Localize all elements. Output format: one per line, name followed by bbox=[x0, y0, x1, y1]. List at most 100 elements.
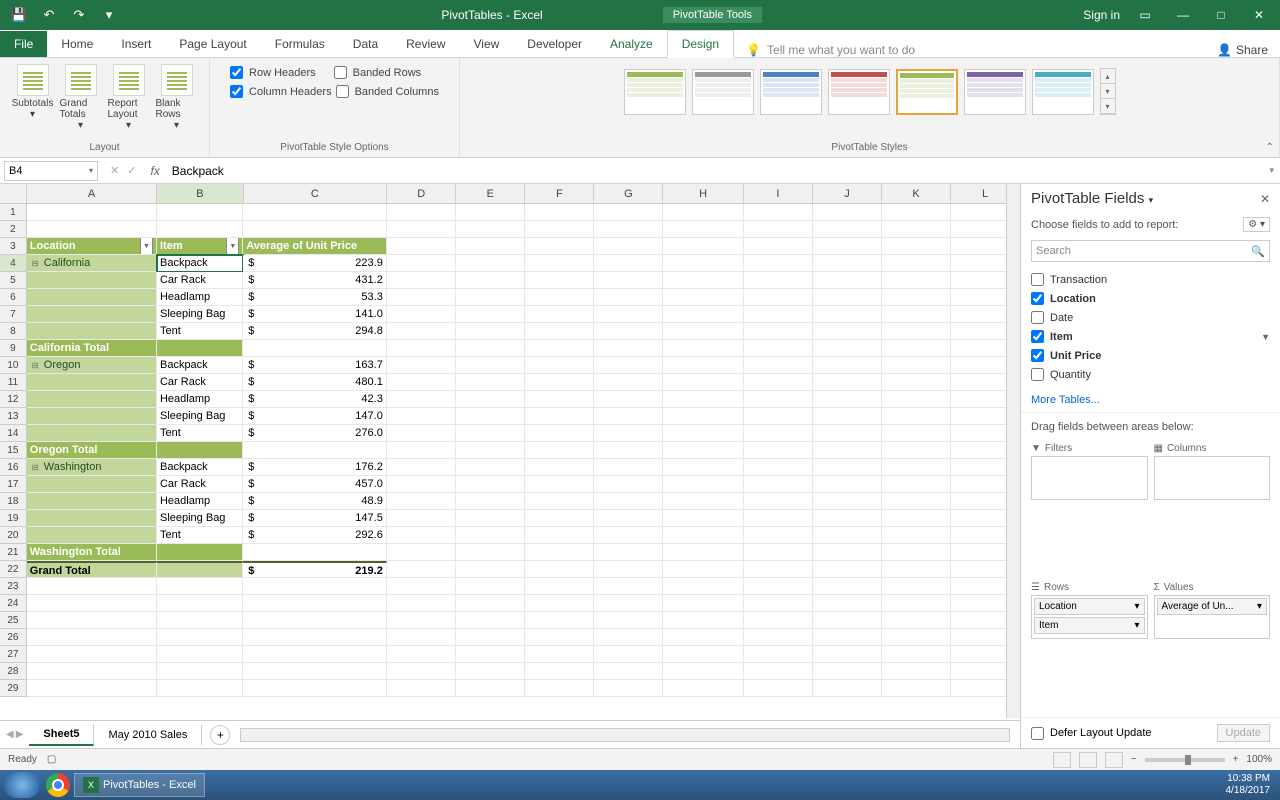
cell[interactable]: $53.3 bbox=[243, 289, 387, 306]
row-header[interactable]: 18 bbox=[0, 493, 27, 510]
redo-icon[interactable]: ↷ bbox=[68, 4, 90, 26]
area-chip[interactable]: Average of Un...▾ bbox=[1157, 598, 1268, 615]
cell[interactable] bbox=[27, 374, 157, 391]
pivot-style-swatch[interactable] bbox=[828, 69, 890, 115]
collapse-ribbon-icon[interactable]: ⌃ bbox=[1266, 142, 1274, 153]
cell[interactable]: Sleeping Bag bbox=[157, 408, 243, 425]
row-header[interactable]: 8 bbox=[0, 323, 27, 340]
subtotals-button[interactable]: Subtotals▾ bbox=[10, 62, 56, 133]
cell[interactable] bbox=[27, 204, 157, 221]
cell[interactable]: $219.2 bbox=[243, 561, 387, 578]
pane-layout-gear-icon[interactable]: ⚙ ▾ bbox=[1243, 217, 1270, 232]
column-header[interactable]: G bbox=[594, 184, 663, 203]
cell[interactable] bbox=[27, 612, 157, 629]
cell[interactable]: $213.9 bbox=[243, 340, 387, 357]
minimize-button[interactable]: — bbox=[1170, 4, 1196, 26]
qat-customize-icon[interactable]: ▾ bbox=[98, 4, 120, 26]
pivot-style-swatch-selected[interactable] bbox=[896, 69, 958, 115]
column-header[interactable]: E bbox=[456, 184, 525, 203]
row-header[interactable]: 24 bbox=[0, 595, 27, 612]
cell[interactable]: $294.8 bbox=[243, 323, 387, 340]
subtotal-cell[interactable]: Washington Total bbox=[27, 544, 157, 561]
expand-formula-icon[interactable]: ▾ bbox=[1263, 165, 1280, 176]
row-header[interactable]: 27 bbox=[0, 646, 27, 663]
field-checkbox[interactable] bbox=[1031, 349, 1044, 362]
tab-formulas[interactable]: Formulas bbox=[261, 31, 339, 57]
cell[interactable] bbox=[243, 629, 387, 646]
macro-record-icon[interactable]: ▢ bbox=[47, 754, 56, 765]
zoom-in-button[interactable]: + bbox=[1233, 754, 1239, 765]
cell[interactable] bbox=[243, 612, 387, 629]
row-header[interactable]: 20 bbox=[0, 527, 27, 544]
cell[interactable] bbox=[27, 306, 157, 323]
ribbon-display-icon[interactable]: ▭ bbox=[1132, 4, 1158, 26]
row-header[interactable]: 22 bbox=[0, 561, 27, 578]
cell[interactable]: $176.2 bbox=[243, 459, 387, 476]
columns-area[interactable] bbox=[1154, 456, 1271, 500]
tab-design[interactable]: Design bbox=[667, 30, 734, 58]
report-layout-button[interactable]: Report Layout▾ bbox=[106, 62, 152, 133]
cell[interactable] bbox=[157, 646, 243, 663]
rows-area[interactable]: Location▾Item▾ bbox=[1031, 595, 1148, 639]
cell[interactable]: Tent bbox=[157, 323, 243, 340]
cell[interactable] bbox=[157, 680, 243, 697]
column-header[interactable]: D bbox=[387, 184, 456, 203]
row-header[interactable]: 11 bbox=[0, 374, 27, 391]
cell[interactable]: Backpack bbox=[157, 459, 243, 476]
field-item[interactable]: Location bbox=[1031, 289, 1270, 308]
row-header[interactable]: 28 bbox=[0, 663, 27, 680]
sheet-nav-next-icon[interactable]: ▶ bbox=[16, 729, 24, 740]
cell[interactable]: $431.2 bbox=[243, 272, 387, 289]
row-header[interactable]: 6 bbox=[0, 289, 27, 306]
close-button[interactable]: ✕ bbox=[1246, 4, 1272, 26]
cell[interactable] bbox=[243, 204, 387, 221]
start-button[interactable] bbox=[4, 772, 40, 798]
cell[interactable] bbox=[27, 595, 157, 612]
cell[interactable]: $227.8 bbox=[243, 442, 387, 459]
vertical-scrollbar[interactable] bbox=[1006, 184, 1020, 718]
cell[interactable] bbox=[243, 595, 387, 612]
row-headers-checkbox[interactable] bbox=[230, 66, 243, 79]
cell[interactable] bbox=[243, 680, 387, 697]
pivot-style-swatch[interactable] bbox=[760, 69, 822, 115]
cell[interactable] bbox=[243, 221, 387, 238]
field-checkbox[interactable] bbox=[1031, 292, 1044, 305]
pivot-value-header[interactable]: Average of Unit Price bbox=[243, 238, 387, 255]
cell[interactable]: $276.0 bbox=[243, 425, 387, 442]
tab-data[interactable]: Data bbox=[339, 31, 392, 57]
field-item[interactable]: Date bbox=[1031, 308, 1270, 327]
normal-view-button[interactable] bbox=[1053, 752, 1071, 768]
cell[interactable]: Washington bbox=[27, 459, 157, 476]
cell[interactable] bbox=[243, 578, 387, 595]
cell[interactable] bbox=[27, 629, 157, 646]
cell[interactable]: Sleeping Bag bbox=[157, 306, 243, 323]
cell[interactable] bbox=[27, 272, 157, 289]
tab-insert[interactable]: Insert bbox=[107, 31, 165, 57]
cell[interactable]: Oregon bbox=[27, 357, 157, 374]
tell-me-search[interactable]: 💡 Tell me what you want to do bbox=[746, 43, 915, 57]
banded-columns-checkbox[interactable] bbox=[336, 85, 349, 98]
cell[interactable]: $147.0 bbox=[243, 408, 387, 425]
cell[interactable]: $223.9 bbox=[243, 255, 387, 272]
row-header[interactable]: 4 bbox=[0, 255, 27, 272]
fx-icon[interactable]: fx bbox=[144, 164, 165, 178]
field-item[interactable]: Transaction bbox=[1031, 270, 1270, 289]
cell[interactable] bbox=[27, 510, 157, 527]
cell[interactable]: Headlamp bbox=[157, 391, 243, 408]
cell[interactable] bbox=[157, 578, 243, 595]
row-header[interactable]: 15 bbox=[0, 442, 27, 459]
row-header[interactable]: 29 bbox=[0, 680, 27, 697]
cell[interactable] bbox=[27, 391, 157, 408]
banded-rows-checkbox[interactable] bbox=[334, 66, 347, 79]
cell[interactable]: Headlamp bbox=[157, 289, 243, 306]
row-header[interactable]: 14 bbox=[0, 425, 27, 442]
cell[interactable] bbox=[157, 204, 243, 221]
cell[interactable] bbox=[27, 680, 157, 697]
row-header[interactable]: 16 bbox=[0, 459, 27, 476]
zoom-level[interactable]: 100% bbox=[1246, 754, 1272, 765]
cell[interactable] bbox=[157, 544, 243, 561]
column-header[interactable]: B bbox=[157, 184, 243, 203]
column-header[interactable]: K bbox=[882, 184, 951, 203]
column-header[interactable]: A bbox=[27, 184, 157, 203]
area-chip[interactable]: Item▾ bbox=[1034, 617, 1145, 634]
